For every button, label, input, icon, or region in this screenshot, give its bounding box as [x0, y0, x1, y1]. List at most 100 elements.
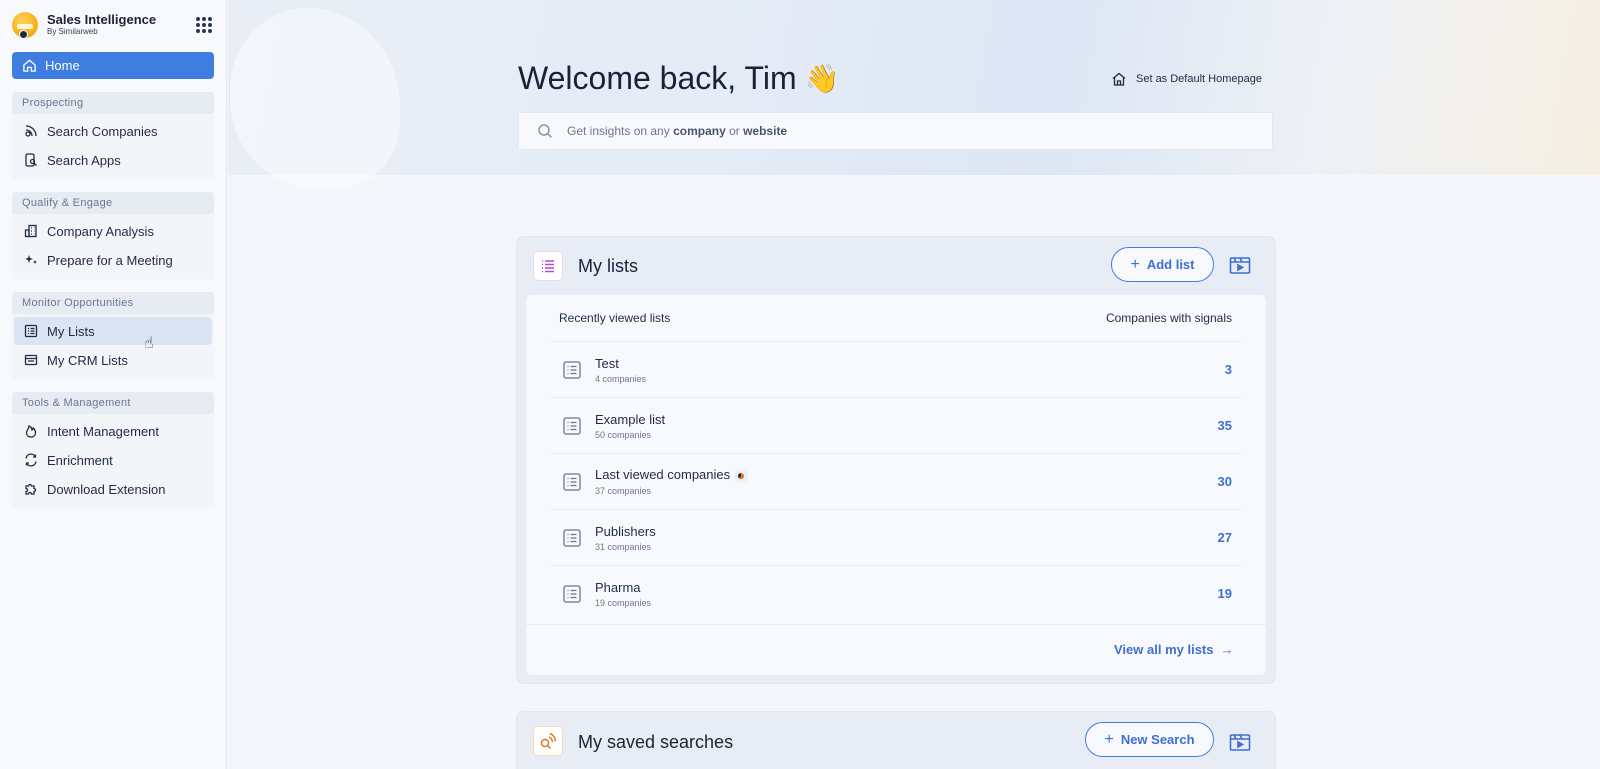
pie-badge-icon	[734, 468, 749, 483]
building-icon	[24, 224, 37, 238]
home-outline-icon	[1112, 72, 1126, 86]
arrow-right-icon: →	[1220, 642, 1234, 657]
my-lists-title: My lists	[578, 256, 638, 276]
video-tour-icon[interactable]	[1229, 732, 1251, 752]
view-all-label: View all my lists	[1114, 642, 1214, 657]
apps-grid-icon[interactable]	[196, 17, 212, 33]
sidebar-item-label: Company Analysis	[47, 223, 154, 239]
list-row[interactable]: Test 4 companies 3	[550, 341, 1242, 397]
sidebar-item-prepare-meeting[interactable]: Prepare for a Meeting	[14, 246, 212, 274]
list-icon	[563, 584, 581, 603]
sidebar-item-label: Search Companies	[47, 123, 158, 139]
list-row[interactable]: Pharma 19 companies 19	[550, 565, 1242, 621]
search-placeholder-website: website	[743, 124, 788, 138]
page-title: Welcome back, Tim 👋	[518, 60, 839, 97]
sidebar-item-enrichment[interactable]: Enrichment	[14, 446, 212, 474]
sidebar-item-search-apps[interactable]: Search Apps	[14, 146, 212, 174]
list-company-count: 31 companies	[595, 541, 652, 552]
sidebar-item-home[interactable]: Home	[12, 52, 214, 79]
new-search-label: New Search	[1120, 732, 1195, 747]
sidebar-section-prospecting: Prospecting Search Companies Search Apps	[12, 92, 214, 179]
list-icon	[563, 528, 581, 547]
sidebar-section-tools: Tools & Management Intent Management Enr…	[12, 392, 214, 508]
add-list-label: Add list	[1146, 257, 1195, 272]
section-title: Monitor Opportunities	[12, 292, 214, 314]
list-name-wrap: Last viewed companies	[595, 467, 749, 483]
sidebar-item-label: Intent Management	[47, 423, 160, 439]
sidebar-item-label: Home	[45, 58, 80, 73]
list-icon	[563, 416, 581, 435]
column-header-lists: Recently viewed lists	[559, 311, 671, 325]
brand-subtitle: By Similarweb	[47, 27, 98, 36]
signals-count[interactable]: 35	[1218, 418, 1232, 433]
puzzle-icon	[25, 483, 37, 495]
hand-cursor-icon: ☝	[144, 335, 154, 352]
divider	[526, 624, 1266, 625]
set-default-homepage-label: Set as Default Homepage	[1136, 73, 1262, 85]
plus-icon: +	[1130, 255, 1140, 273]
list-row[interactable]: Last viewed companies 37 companies 30	[550, 453, 1242, 509]
sidebar-item-label: Prepare for a Meeting	[47, 252, 173, 268]
brand-title: Sales Intelligence	[47, 12, 157, 27]
list-company-count: 4 companies	[595, 373, 647, 384]
sidebar-item-my-crm-lists[interactable]: My CRM Lists	[14, 346, 212, 374]
list-name: Example list	[595, 411, 666, 427]
add-list-button[interactable]: + Add list	[1111, 247, 1214, 282]
signals-count[interactable]: 27	[1218, 530, 1232, 545]
signals-count[interactable]: 19	[1218, 586, 1232, 601]
list-name: Publishers	[595, 523, 656, 539]
list-icon	[563, 472, 581, 491]
search-placeholder-or: or	[725, 124, 744, 138]
saved-searches-card: My saved searches + New Search	[516, 711, 1276, 769]
sidebar-item-label: Search Apps	[47, 152, 121, 168]
view-all-lists-link[interactable]: View all my lists →	[1114, 642, 1233, 657]
sparkle-icon	[25, 255, 37, 264]
sidebar-item-company-analysis[interactable]: Company Analysis	[14, 217, 212, 245]
list-icon	[24, 324, 38, 338]
sidebar-item-download-extension[interactable]: Download Extension	[14, 475, 212, 503]
app-search-icon	[25, 153, 37, 167]
list-company-count: 50 companies	[595, 429, 652, 440]
sidebar: Sales Intelligence By Similarweb Home Pr…	[0, 0, 227, 769]
list-name: Pharma	[595, 579, 641, 595]
sidebar-item-label: Enrichment	[47, 452, 113, 468]
search-icon	[538, 124, 553, 139]
signals-count[interactable]: 3	[1225, 362, 1232, 377]
list-name: Test	[595, 355, 619, 371]
home-icon	[23, 59, 36, 72]
welcome-text: Welcome back, Tim	[518, 60, 797, 96]
sidebar-item-label: My Lists	[47, 323, 95, 339]
list-company-count: 37 companies	[595, 485, 652, 496]
similarweb-badge-icon	[19, 30, 28, 39]
crm-list-icon	[24, 354, 38, 366]
sidebar-item-my-lists[interactable]: My Lists	[14, 317, 212, 345]
flame-icon	[25, 424, 37, 438]
section-title: Tools & Management	[12, 392, 214, 414]
list-row[interactable]: Publishers 31 companies 27	[550, 509, 1242, 565]
sidebar-section-monitor: Monitor Opportunities My Lists My CRM Li…	[12, 292, 214, 379]
signal-search-icon	[25, 125, 37, 137]
video-tour-icon[interactable]	[1229, 255, 1251, 275]
list-purple-icon	[533, 251, 563, 281]
sidebar-item-intent-management[interactable]: Intent Management	[14, 417, 212, 445]
saved-search-icon	[533, 726, 563, 756]
new-search-button[interactable]: + New Search	[1085, 722, 1214, 757]
sidebar-item-search-companies[interactable]: Search Companies	[14, 117, 212, 145]
my-lists-card: My lists + Add list Recently viewed list…	[516, 236, 1276, 684]
list-row[interactable]: Example list 50 companies 35	[550, 397, 1242, 453]
plus-icon: +	[1104, 730, 1114, 748]
saved-searches-title: My saved searches	[578, 732, 734, 752]
list-name: Last viewed companies	[595, 467, 731, 483]
set-default-homepage-button[interactable]: Set as Default Homepage	[1111, 71, 1262, 87]
list-icon	[563, 360, 581, 379]
sidebar-item-label: Download Extension	[47, 481, 166, 497]
section-title: Qualify & Engage	[12, 192, 214, 214]
section-title: Prospecting	[12, 92, 214, 114]
signals-count[interactable]: 30	[1218, 474, 1232, 489]
brand[interactable]: Sales Intelligence By Similarweb	[12, 0, 214, 50]
search-placeholder-prefix: Get insights on any	[567, 124, 674, 138]
search-input[interactable]: Get insights on any company or website	[518, 112, 1273, 150]
search-placeholder-company: company	[673, 124, 726, 138]
column-header-signals: Companies with signals	[1105, 311, 1232, 325]
sidebar-item-label: My CRM Lists	[47, 352, 128, 368]
